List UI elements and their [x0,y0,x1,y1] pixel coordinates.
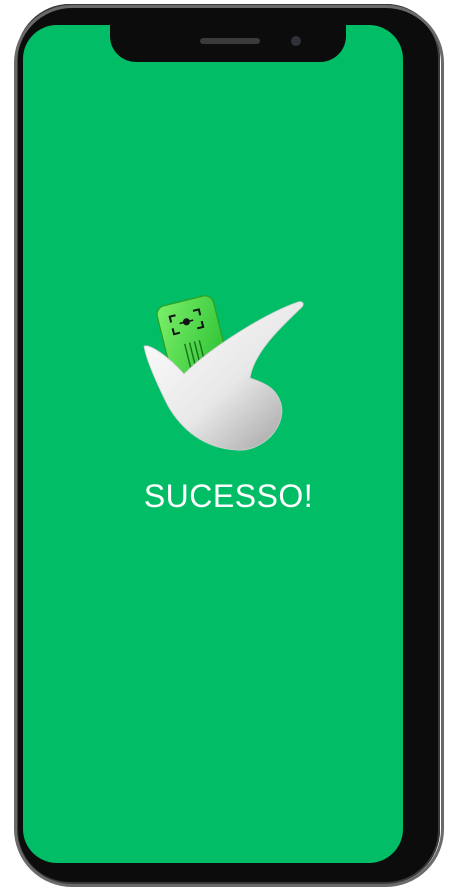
phone-notch [110,22,346,62]
front-camera [291,36,301,46]
success-title: SUCESSO! [143,478,314,514]
success-check-with-card-icon [132,270,322,460]
speaker-grille [200,38,260,44]
